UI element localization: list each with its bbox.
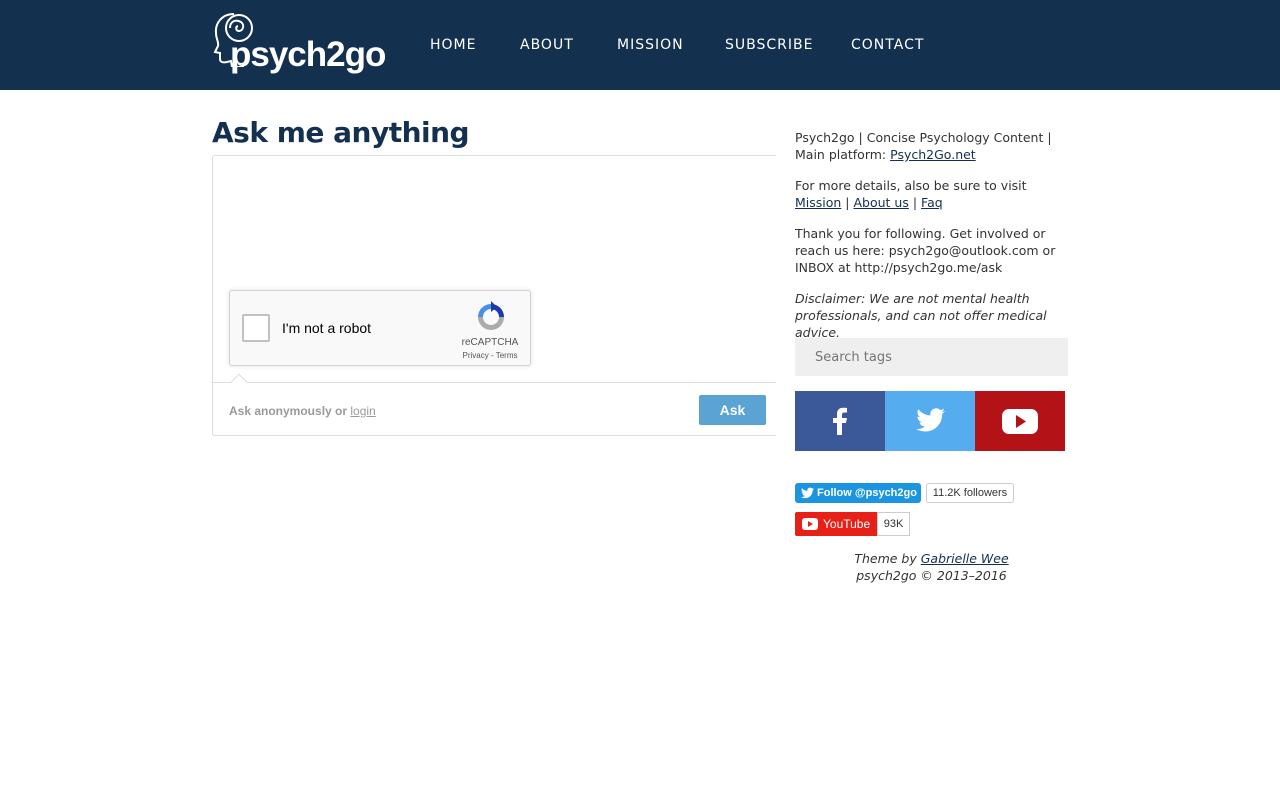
recaptcha-icon xyxy=(478,301,504,330)
recaptcha-label: I'm not a robot xyxy=(282,320,372,336)
copyright: psych2go © 2013–2016 xyxy=(856,568,1007,583)
details-text: For more details, also be sure to visit xyxy=(795,178,1027,193)
login-link[interactable]: login xyxy=(350,404,375,418)
recaptcha-terms-link[interactable]: Terms xyxy=(496,351,518,360)
facebook-icon xyxy=(833,407,847,435)
facebook-button[interactable] xyxy=(795,391,885,451)
youtube-icon xyxy=(1002,409,1038,434)
sidebar: Psych2go | Concise Psychology Content | … xyxy=(795,129,1069,355)
youtube-label: YouTube xyxy=(823,517,871,531)
twitter-button[interactable] xyxy=(885,391,975,451)
youtube-button[interactable] xyxy=(975,391,1065,451)
youtube-subscribe-button[interactable]: YouTube xyxy=(795,512,877,536)
logo-wordmark: psych2go xyxy=(230,35,386,74)
theme-by-line: Theme by Gabrielle Wee xyxy=(795,550,1068,567)
youtube-subscriber-count: 93K xyxy=(877,512,910,536)
psych2go-net-link[interactable]: Psych2Go.net xyxy=(890,147,976,162)
nav-home[interactable]: HOME xyxy=(430,37,476,53)
nav-contact[interactable]: CONTACT xyxy=(851,37,924,53)
sidebar-intro: Psych2go | Concise Psychology Content | … xyxy=(795,129,1069,163)
ask-notch xyxy=(230,373,248,391)
twitter-followers-count: 11.2K followers xyxy=(926,483,1014,503)
sidebar-disclaimer: Disclaimer: We are not mental health pro… xyxy=(795,291,1047,340)
site-header: psych2go HOME ABOUT MISSION SUBSCRIBE CO… xyxy=(0,0,1280,90)
theme-credit: Theme by Gabrielle Wee psych2go © 2013–2… xyxy=(795,550,1068,584)
sidebar-details: For more details, also be sure to visit … xyxy=(795,177,1069,211)
recaptcha-privacy-link[interactable]: Privacy xyxy=(463,351,489,360)
site-logo[interactable]: psych2go xyxy=(212,11,386,79)
nav-mission[interactable]: MISSION xyxy=(617,37,684,53)
twitter-follow-button[interactable]: Follow @psych2go xyxy=(795,483,921,503)
youtube-play-icon xyxy=(802,518,818,530)
ask-anonymously-text: Ask anonymously or login xyxy=(229,404,376,418)
recaptcha-checkbox[interactable] xyxy=(242,314,270,342)
twitter-icon xyxy=(916,408,945,432)
recaptcha-brand: reCAPTCHA xyxy=(461,337,519,348)
twitter-follow-label: Follow @psych2go xyxy=(817,487,917,499)
twitter-bird-icon xyxy=(801,487,814,499)
nav-about[interactable]: ABOUT xyxy=(520,37,574,53)
anon-label: Ask anonymously or xyxy=(229,404,348,418)
search-tags-input[interactable] xyxy=(795,338,1068,376)
page-title: Ask me anything xyxy=(212,116,470,149)
ask-form: I'm not a robot reCAPTCHA Privacy - Term… xyxy=(212,155,776,436)
ask-button[interactable]: Ask xyxy=(699,395,766,425)
theme-by-label: Theme by xyxy=(854,551,921,566)
about-us-link[interactable]: About us xyxy=(854,195,909,210)
ask-footer: Ask anonymously or login Ask xyxy=(213,373,776,436)
faq-link[interactable]: Faq xyxy=(921,195,943,210)
sidebar-thanks: Thank you for following. Get involved or… xyxy=(795,226,1056,275)
mission-link[interactable]: Mission xyxy=(795,195,841,210)
recaptcha-links: Privacy - Terms xyxy=(452,351,528,360)
theme-author-link[interactable]: Gabrielle Wee xyxy=(921,551,1009,566)
nav-subscribe[interactable]: SUBSCRIBE xyxy=(725,37,813,53)
separator-1: | xyxy=(841,195,854,210)
separator-2: | xyxy=(908,195,922,210)
recaptcha-links-separator: - xyxy=(488,351,496,360)
recaptcha-widget: I'm not a robot reCAPTCHA Privacy - Term… xyxy=(229,290,531,366)
